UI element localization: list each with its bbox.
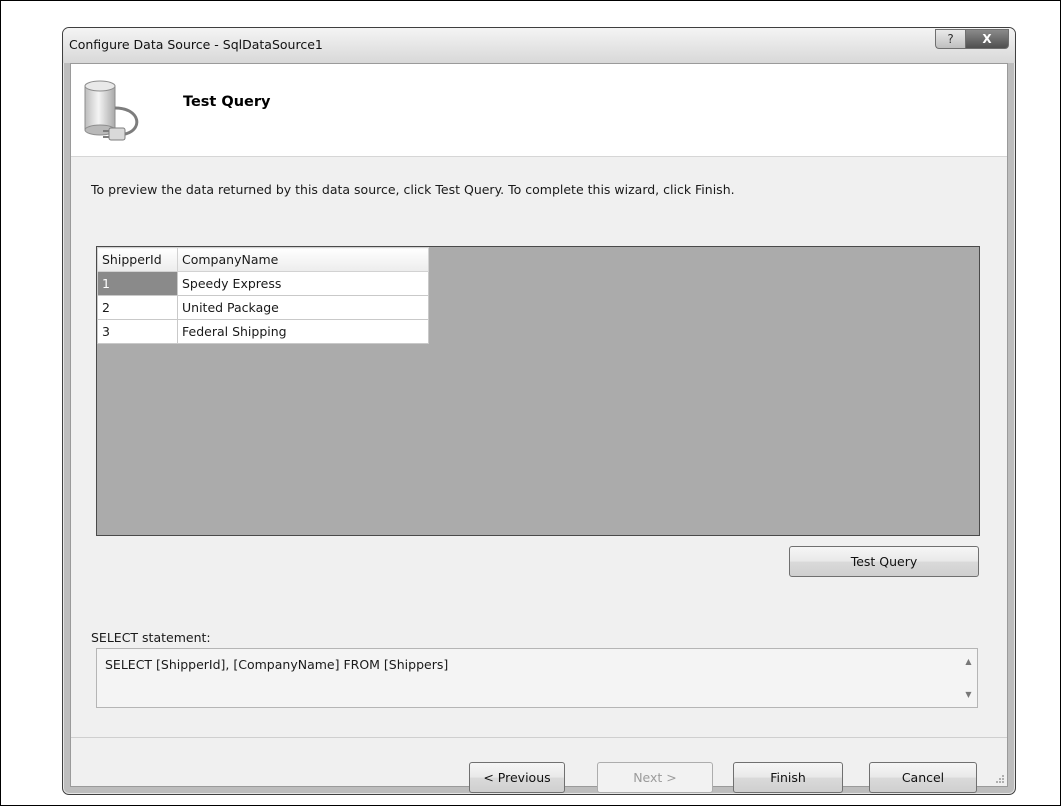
column-header-shipperid[interactable]: ShipperId xyxy=(97,247,178,272)
resize-grip-icon[interactable] xyxy=(995,774,1005,784)
table-cell[interactable]: Federal Shipping xyxy=(177,319,429,344)
caption-buttons: ? X xyxy=(935,29,1009,49)
column-header-companyname[interactable]: CompanyName xyxy=(177,247,429,272)
table-cell[interactable]: 1 xyxy=(97,271,178,296)
database-plug-icon xyxy=(84,80,139,141)
results-table: ShipperId CompanyName 1 Speedy Express 2… xyxy=(97,247,429,344)
header-row: ShipperId CompanyName xyxy=(97,247,429,272)
table-cell[interactable]: 3 xyxy=(97,319,178,344)
select-statement-text: SELECT [ShipperId], [CompanyName] FROM [… xyxy=(105,657,449,672)
table-cell[interactable]: Speedy Express xyxy=(177,271,429,296)
finish-button[interactable]: Finish xyxy=(733,762,843,793)
help-icon: ? xyxy=(947,32,954,46)
select-statement-field[interactable]: SELECT [ShipperId], [CompanyName] FROM [… xyxy=(96,648,978,708)
test-query-button[interactable]: Test Query xyxy=(789,546,979,577)
select-statement-label: SELECT statement: xyxy=(91,630,211,645)
title-bar[interactable]: Configure Data Source - SqlDataSource1 ?… xyxy=(63,28,1015,63)
close-icon: X xyxy=(982,32,992,46)
instructions-text: To preview the data returned by this dat… xyxy=(91,182,735,197)
window-title: Configure Data Source - SqlDataSource1 xyxy=(69,37,323,52)
wizard-step-title: Test Query xyxy=(183,94,271,110)
scroll-up-icon[interactable]: ▲ xyxy=(965,657,971,666)
configure-data-source-dialog: Configure Data Source - SqlDataSource1 ?… xyxy=(62,27,1016,795)
table-cell[interactable]: United Package xyxy=(177,295,429,320)
next-button[interactable]: Next > xyxy=(597,762,713,793)
table-row[interactable]: 2 United Package xyxy=(97,295,429,320)
footer-divider xyxy=(71,737,1007,738)
close-button[interactable]: X xyxy=(965,29,1009,49)
dialog-client-area: Test Query To preview the data returned … xyxy=(70,63,1008,793)
scrollbar[interactable]: ▲ ▼ xyxy=(960,649,977,707)
help-button[interactable]: ? xyxy=(935,29,965,49)
table-row[interactable]: 1 Speedy Express xyxy=(97,271,429,296)
cancel-button[interactable]: Cancel xyxy=(869,762,977,793)
table-row[interactable]: 3 Federal Shipping xyxy=(97,319,429,344)
table-cell[interactable]: 2 xyxy=(97,295,178,320)
results-grid[interactable]: ShipperId CompanyName 1 Speedy Express 2… xyxy=(96,246,980,536)
scroll-down-icon[interactable]: ▼ xyxy=(965,690,971,699)
previous-button[interactable]: < Previous xyxy=(469,762,565,793)
wizard-header: Test Query xyxy=(71,64,1007,157)
